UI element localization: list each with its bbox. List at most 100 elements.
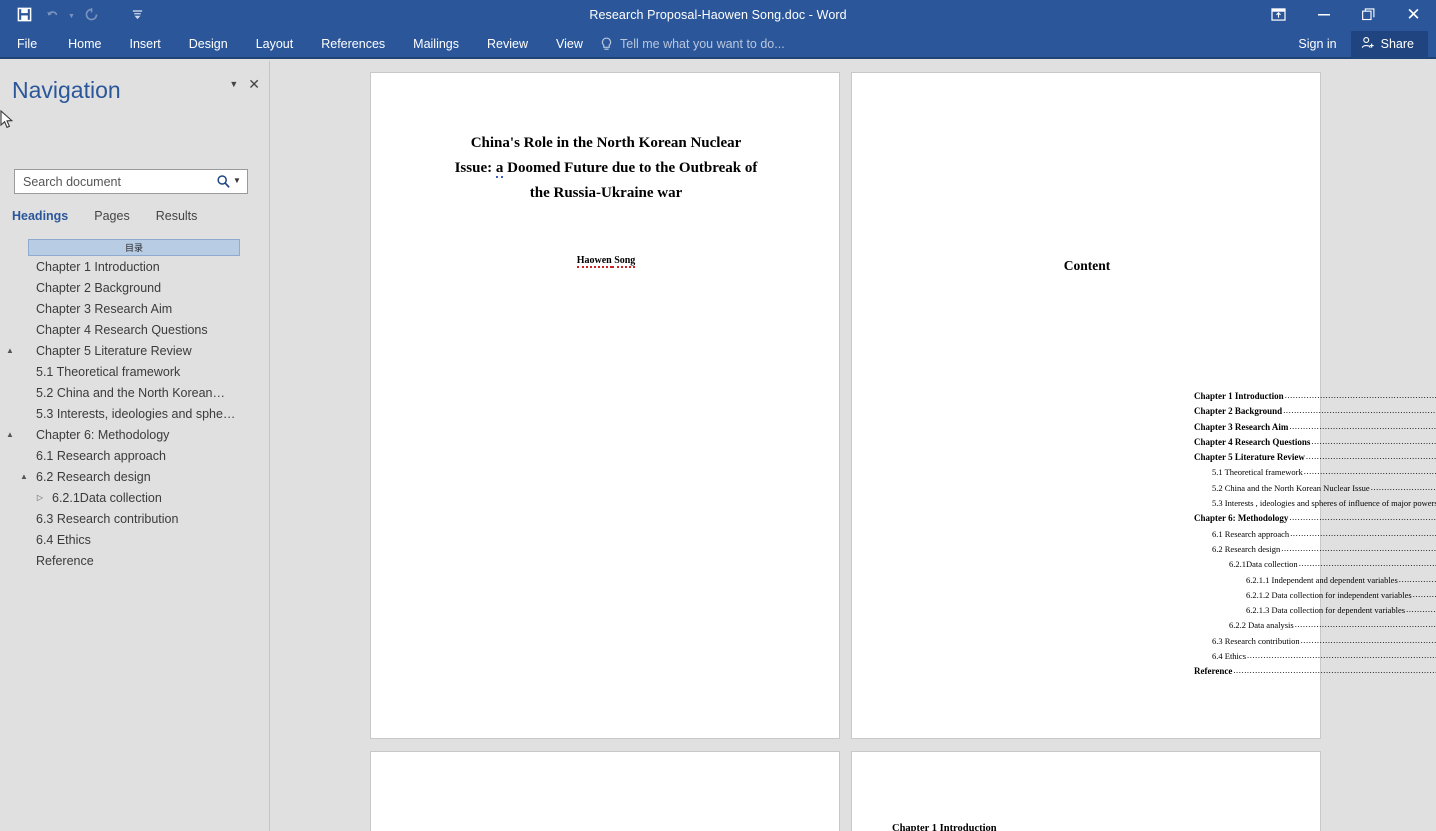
close-pane-icon[interactable]: ✕ bbox=[248, 77, 260, 91]
toc-entry-text: 5.3 Interests , ideologies and spheres o… bbox=[1212, 498, 1436, 508]
toc-leader-dots: ........................................… bbox=[1247, 650, 1436, 660]
nav-heading-item[interactable]: 6.1 Research approach bbox=[0, 445, 270, 466]
tab-insert[interactable]: Insert bbox=[116, 29, 175, 59]
toc-leader-dots: ........................................… bbox=[1281, 543, 1436, 553]
nav-heading-item[interactable]: ▲Chapter 5 Literature Review bbox=[0, 340, 270, 361]
toc-entry[interactable]: 6.1 Research approach...................… bbox=[1194, 529, 1436, 544]
toc-leader-dots: ........................................… bbox=[1233, 665, 1436, 675]
search-options-dropdown-icon[interactable]: ▼ bbox=[233, 177, 247, 187]
toc-leader-dots: ........................................… bbox=[1413, 589, 1436, 599]
ribbon-display-options-icon[interactable] bbox=[1256, 0, 1301, 29]
nav-heading-label: Reference bbox=[36, 554, 94, 568]
toc-leader-dots: ........................................… bbox=[1289, 421, 1436, 431]
nav-heading-item[interactable]: 5.1 Theoretical framework bbox=[0, 361, 270, 382]
minimize-icon[interactable] bbox=[1301, 0, 1346, 29]
toc-entry[interactable]: Chapter 1 Introduction..................… bbox=[1194, 391, 1436, 406]
toc-entry[interactable]: 6.4 Ethics..............................… bbox=[1194, 651, 1436, 666]
nav-heading-item[interactable]: 5.2 China and the North Korean… bbox=[0, 382, 270, 403]
toc-entry-text: Chapter 4 Research Questions bbox=[1194, 437, 1310, 447]
tab-view[interactable]: View bbox=[542, 29, 597, 59]
search-input[interactable] bbox=[15, 175, 213, 189]
nav-heading-item[interactable]: 5.3 Interests, ideologies and sphe… bbox=[0, 403, 270, 424]
nav-heading-item[interactable]: ▲Chapter 6: Methodology bbox=[0, 424, 270, 445]
toc-entry-text: Chapter 6: Methodology bbox=[1194, 513, 1288, 523]
restore-icon[interactable] bbox=[1346, 0, 1391, 29]
tab-design[interactable]: Design bbox=[175, 29, 242, 59]
collapse-arrow-icon[interactable]: ▲ bbox=[14, 472, 34, 481]
tell-me-box[interactable]: Tell me what you want to do... bbox=[600, 29, 785, 59]
nav-heading-item[interactable]: 目录 bbox=[28, 239, 240, 256]
ribbon-tab-bar: File Home Insert Design Layout Reference… bbox=[0, 29, 1436, 59]
toc-entry[interactable]: 5.2 China and the North Korean Nuclear I… bbox=[1194, 483, 1436, 498]
toc-entry[interactable]: 6.2.1.1 Independent and dependent variab… bbox=[1194, 575, 1436, 590]
author-surname: Song bbox=[612, 255, 636, 268]
nav-heading-label: 6.4 Ethics bbox=[36, 533, 91, 547]
tab-references[interactable]: References bbox=[307, 29, 399, 59]
toc-entry-text: 5.1 Theoretical framework bbox=[1212, 467, 1303, 477]
nav-heading-item[interactable]: ▷6.2.1Data collection bbox=[0, 487, 270, 508]
share-button[interactable]: Share bbox=[1351, 31, 1428, 58]
toc-entry[interactable]: 6.2.1.2 Data collection for independent … bbox=[1194, 590, 1436, 605]
nav-heading-label: Chapter 2 Background bbox=[36, 281, 161, 295]
expand-arrow-icon[interactable]: ▷ bbox=[30, 493, 50, 502]
document-page-2[interactable]: Content Chapter 1 Introduction..........… bbox=[851, 72, 1321, 739]
document-page-4[interactable]: Chapter 1 Introduction bbox=[851, 751, 1321, 831]
nav-heading-label: Chapter 4 Research Questions bbox=[36, 323, 208, 337]
sign-in-button[interactable]: Sign in bbox=[1290, 37, 1344, 51]
nav-heading-item[interactable]: Chapter 3 Research Aim bbox=[0, 298, 270, 319]
table-of-contents: Chapter 1 Introduction..................… bbox=[1194, 391, 1436, 682]
toc-leader-dots: ........................................… bbox=[1301, 635, 1436, 645]
toc-entry[interactable]: Chapter 2 Background....................… bbox=[1194, 406, 1436, 421]
toc-entry[interactable]: 6.2.2 Data analysis.....................… bbox=[1194, 620, 1436, 635]
nav-tab-results[interactable]: Results bbox=[156, 209, 198, 223]
toc-leader-dots: ........................................… bbox=[1406, 604, 1436, 614]
collapse-arrow-icon[interactable]: ▲ bbox=[0, 346, 20, 355]
tell-me-placeholder-text: Tell me what you want to do... bbox=[620, 37, 785, 51]
search-icon[interactable] bbox=[213, 172, 233, 192]
toc-entry-text: 6.1 Research approach bbox=[1212, 529, 1289, 539]
toc-leader-dots: ........................................… bbox=[1285, 390, 1436, 400]
toc-entry[interactable]: Chapter 6: Methodology..................… bbox=[1194, 513, 1436, 528]
nav-tab-pages[interactable]: Pages bbox=[94, 209, 129, 223]
chevron-down-icon[interactable]: ▼ bbox=[229, 80, 238, 89]
nav-heading-item[interactable]: 6.3 Research contribution bbox=[0, 508, 270, 529]
document-page-3[interactable] bbox=[370, 751, 840, 831]
nav-tab-headings[interactable]: Headings bbox=[12, 209, 68, 223]
nav-heading-item[interactable]: Chapter 4 Research Questions bbox=[0, 319, 270, 340]
toc-entry[interactable]: 5.3 Interests , ideologies and spheres o… bbox=[1194, 498, 1436, 513]
toc-entry[interactable]: Chapter 3 Research Aim..................… bbox=[1194, 422, 1436, 437]
collapse-arrow-icon[interactable]: ▲ bbox=[0, 430, 20, 439]
toc-entry[interactable]: Chapter 5 Literature Review.............… bbox=[1194, 452, 1436, 467]
toc-entry[interactable]: Chapter 4 Research Questions............… bbox=[1194, 437, 1436, 452]
toc-entry[interactable]: 6.2.1Data collection....................… bbox=[1194, 559, 1436, 574]
document-title: China's Role in the North Korean Nuclear… bbox=[419, 131, 793, 206]
title-bar: ▼ Research Proposal-Haowen Song.doc - Wo… bbox=[0, 0, 1436, 29]
nav-heading-item[interactable]: Chapter 1 Introduction bbox=[0, 256, 270, 277]
toc-entry-text: 6.2.1.1 Independent and dependent variab… bbox=[1246, 575, 1398, 585]
toc-entry-text: Chapter 1 Introduction bbox=[1194, 391, 1284, 401]
toc-entry[interactable]: 5.1 Theoretical framework...............… bbox=[1194, 467, 1436, 482]
toc-entry[interactable]: 6.2 Research design.....................… bbox=[1194, 544, 1436, 559]
tab-mailings[interactable]: Mailings bbox=[399, 29, 473, 59]
title-line-1: China's Role in the North Korean Nuclear bbox=[471, 135, 742, 151]
navigation-title: Navigation bbox=[12, 77, 121, 104]
toc-entry[interactable]: 6.3 Research contribution...............… bbox=[1194, 636, 1436, 651]
nav-heading-item[interactable]: ▲6.2 Research design bbox=[0, 466, 270, 487]
nav-heading-item[interactable]: Reference bbox=[0, 550, 270, 571]
toc-entry-text: 6.4 Ethics bbox=[1212, 651, 1246, 661]
navigation-header: Navigation bbox=[12, 74, 261, 106]
tab-file[interactable]: File bbox=[0, 29, 54, 59]
toc-entry[interactable]: 6.2.1.3 Data collection for dependent va… bbox=[1194, 605, 1436, 620]
tab-layout[interactable]: Layout bbox=[242, 29, 308, 59]
document-workspace[interactable]: China's Role in the North Korean Nuclear… bbox=[271, 61, 1436, 831]
tab-home[interactable]: Home bbox=[54, 29, 115, 59]
navigation-pane: Navigation ▼ ✕ ▼ Headings Pages Results … bbox=[0, 61, 270, 831]
nav-heading-item[interactable]: 6.4 Ethics bbox=[0, 529, 270, 550]
search-document-box[interactable]: ▼ bbox=[14, 169, 248, 194]
document-page-1[interactable]: China's Role in the North Korean Nuclear… bbox=[370, 72, 840, 739]
toc-entry[interactable]: Reference...............................… bbox=[1194, 666, 1436, 681]
nav-heading-item[interactable]: Chapter 2 Background bbox=[0, 277, 270, 298]
tab-review[interactable]: Review bbox=[473, 29, 542, 59]
close-icon[interactable]: ✕ bbox=[1391, 0, 1436, 29]
toc-leader-dots: ........................................… bbox=[1290, 528, 1436, 538]
